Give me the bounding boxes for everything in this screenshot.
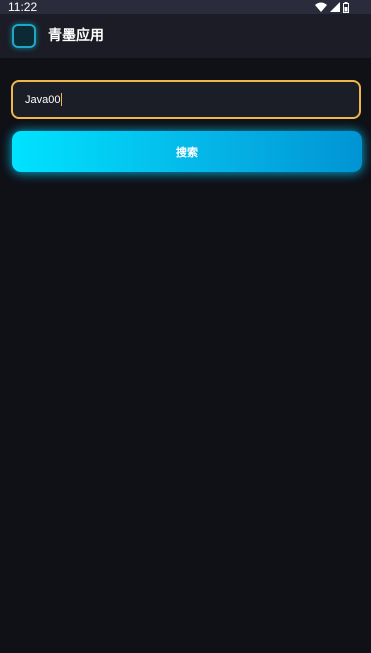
search-input[interactable]: Java00	[11, 80, 361, 119]
signal-icon	[330, 2, 340, 12]
app-title: 青墨应用	[48, 28, 104, 44]
text-cursor	[61, 93, 63, 106]
status-icons	[315, 0, 349, 14]
search-input-value[interactable]: Java00	[25, 94, 60, 106]
status-bar: 11:22	[0, 0, 371, 14]
search-button-label: 搜索	[176, 145, 198, 159]
battery-icon	[343, 1, 349, 13]
wifi-icon	[315, 2, 327, 12]
status-time: 11:22	[8, 0, 38, 14]
app-screen: 11:22 青墨应用 Java00 搜索	[0, 0, 371, 653]
app-bar: 青墨应用	[0, 14, 371, 58]
app-logo-icon	[12, 24, 36, 48]
search-button[interactable]: 搜索	[12, 131, 362, 172]
